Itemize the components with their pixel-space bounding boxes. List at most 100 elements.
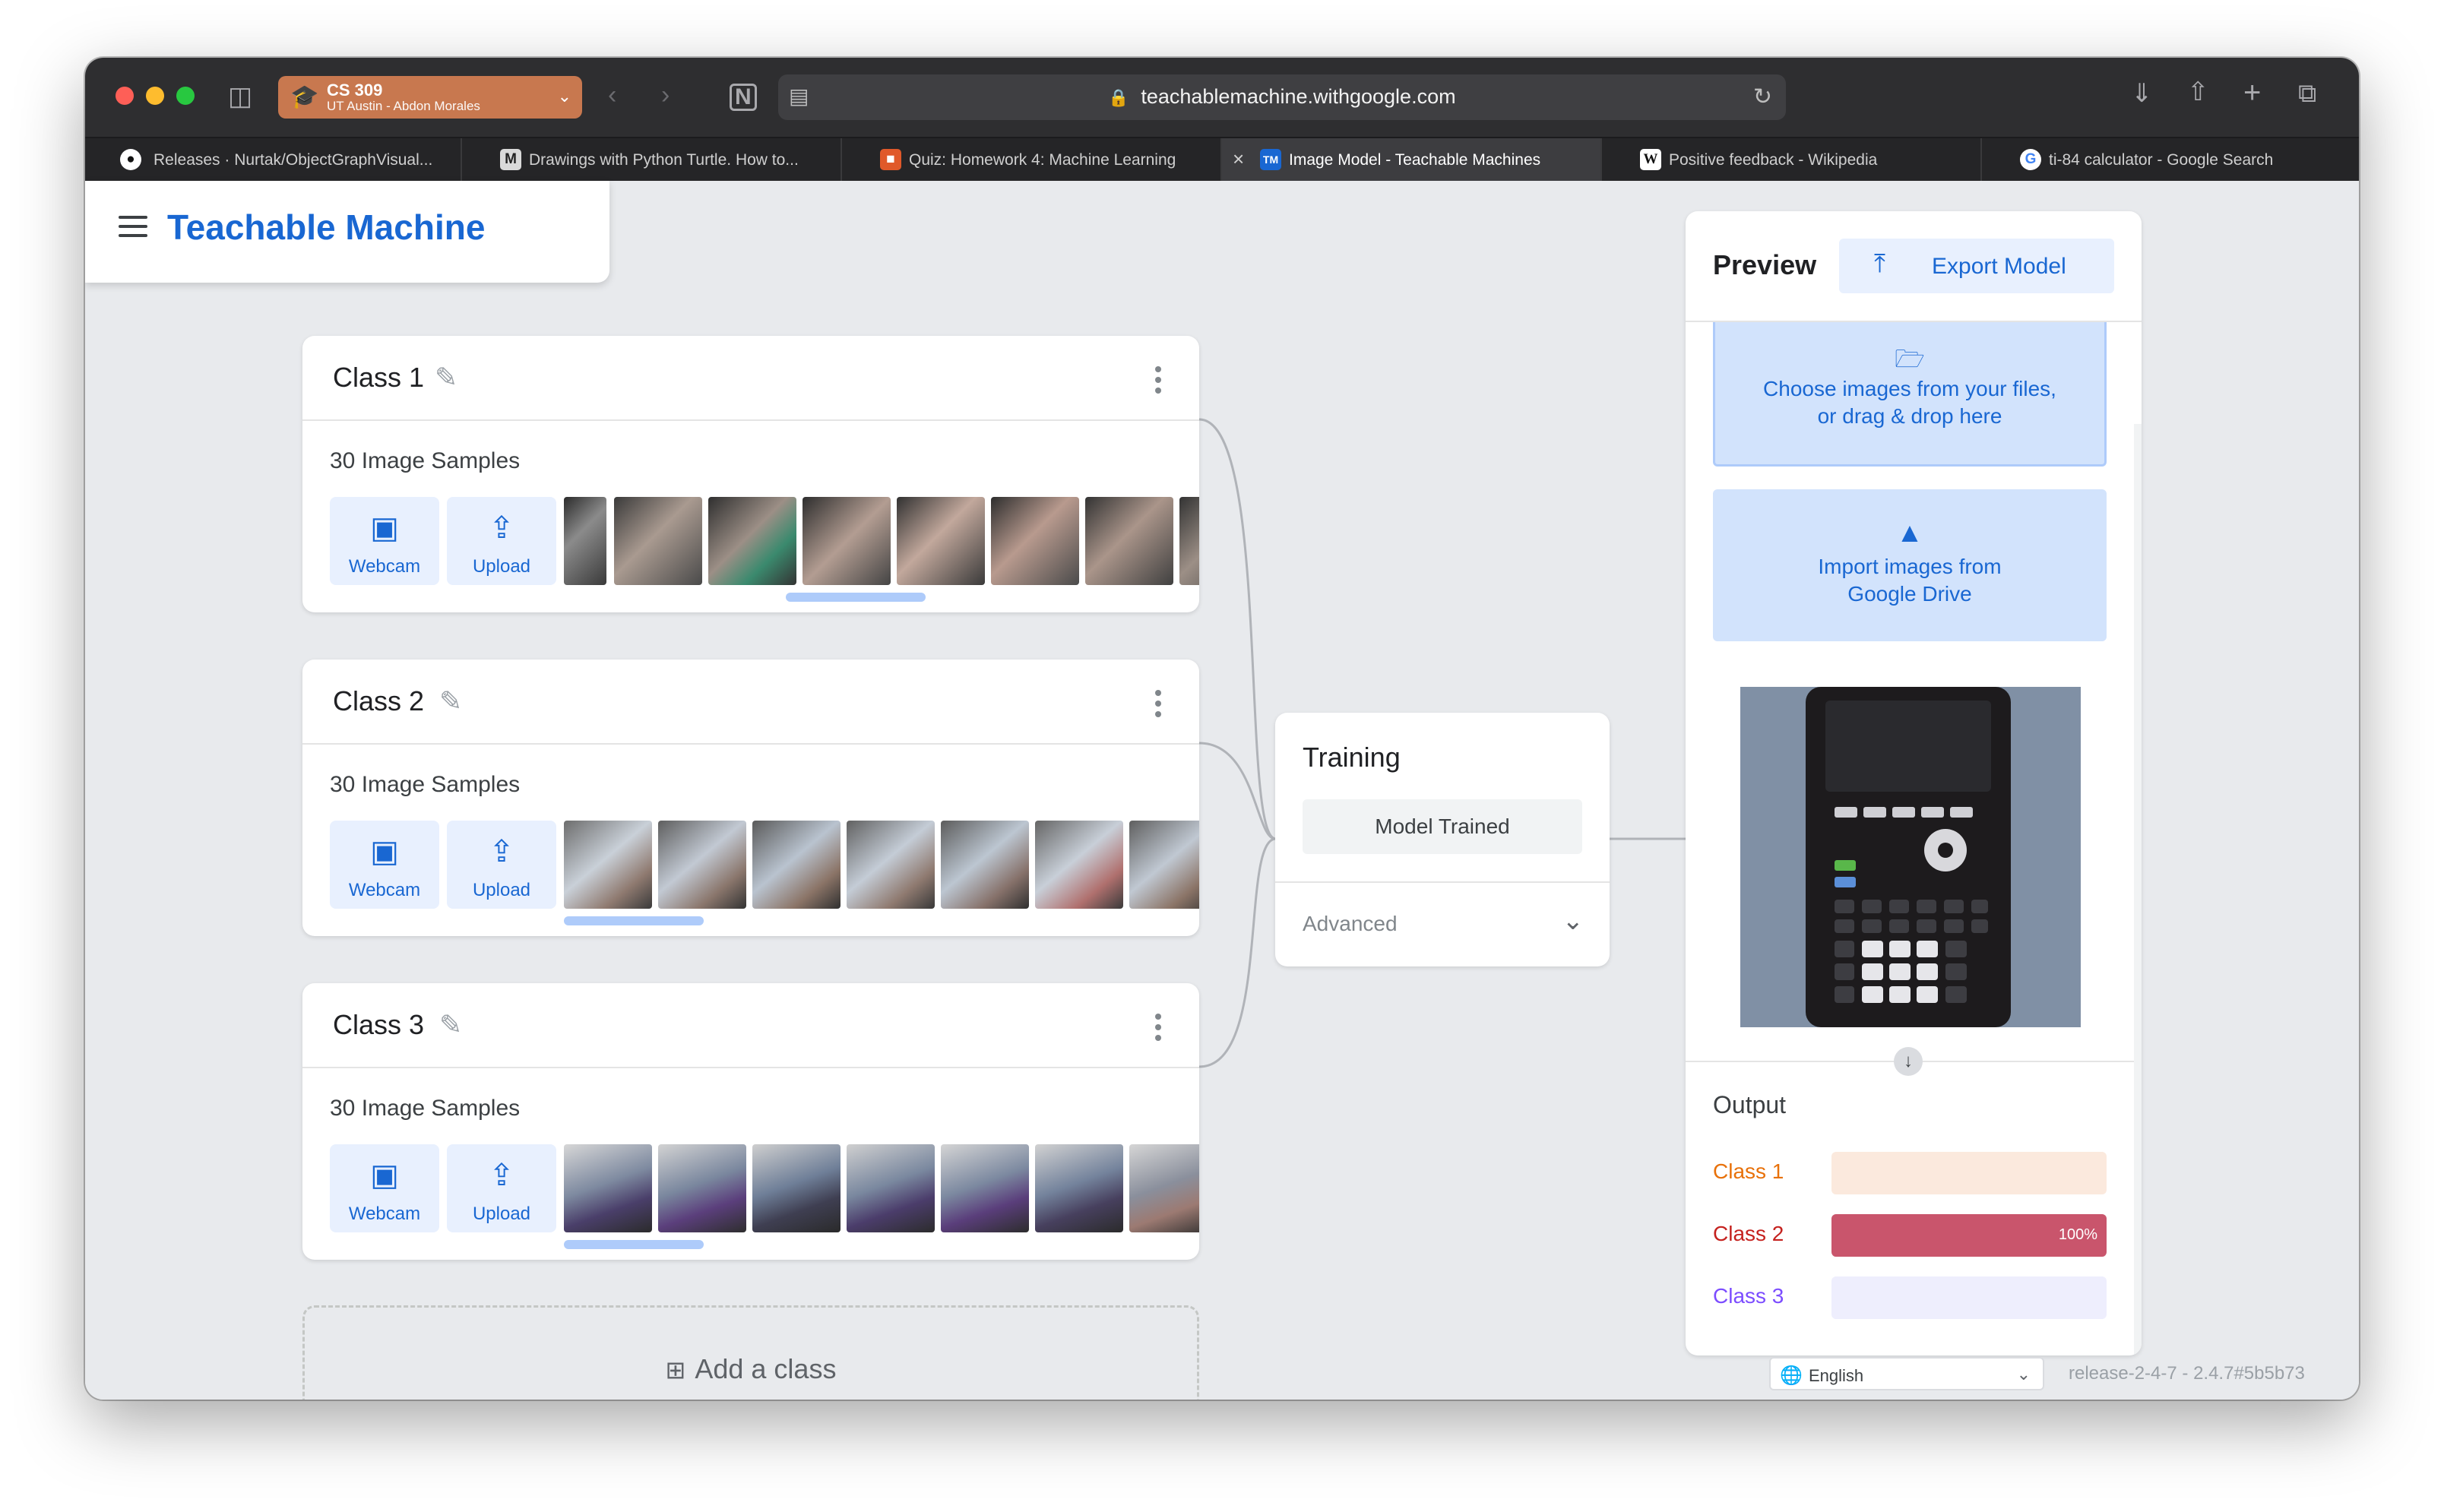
menu-icon[interactable] bbox=[119, 216, 147, 243]
browser-toolbar: ◫ 🎓 CS 309 UT Austin - Abdon Morales ⌄ ‹… bbox=[85, 58, 2359, 137]
close-tab-icon[interactable]: × bbox=[1233, 147, 1244, 171]
reload-icon[interactable]: ↻ bbox=[1753, 84, 1772, 110]
upload-button[interactable]: ⇪ Upload bbox=[447, 497, 556, 585]
sample-thumbnail[interactable] bbox=[991, 497, 1079, 585]
thumbnail-scroll-indicator[interactable] bbox=[564, 1240, 704, 1249]
preview-title: Preview bbox=[1713, 249, 1817, 280]
close-window-button[interactable] bbox=[116, 87, 134, 105]
minimize-window-button[interactable] bbox=[146, 87, 164, 105]
chevron-down-icon: ⌄ bbox=[557, 87, 571, 106]
thumbnail-scroll-indicator[interactable] bbox=[786, 593, 926, 602]
sample-thumbnail[interactable] bbox=[752, 821, 841, 909]
sample-thumbnail[interactable] bbox=[1129, 821, 1199, 909]
sample-count: 30 Image Samples bbox=[330, 772, 521, 797]
class-name[interactable]: Class 1 bbox=[333, 362, 424, 394]
sample-thumbnail[interactable] bbox=[803, 497, 891, 585]
forward-icon[interactable]: › bbox=[661, 82, 670, 108]
tab-title: Positive feedback - Wikipedia bbox=[1669, 151, 1878, 169]
class-card-1: Class 1 ✎ 30 Image Samples ▣ Webcam ⇪ Up… bbox=[302, 336, 1199, 612]
tab-group-profile[interactable]: 🎓 CS 309 UT Austin - Abdon Morales ⌄ bbox=[278, 76, 582, 119]
output-bar-class-3 bbox=[1831, 1276, 2107, 1319]
google-drive-icon: ▲ bbox=[1896, 517, 1923, 548]
sample-thumbnail[interactable] bbox=[941, 821, 1029, 909]
tab-google-search[interactable]: G ti-84 calculator - Google Search bbox=[1982, 138, 2359, 182]
tab-wikipedia[interactable]: W Positive feedback - Wikipedia bbox=[1602, 138, 1982, 182]
more-options-icon[interactable] bbox=[1155, 1014, 1161, 1045]
profile-subtitle: UT Austin - Abdon Morales bbox=[327, 99, 480, 113]
upload-button[interactable]: ⇪ Upload bbox=[447, 821, 556, 909]
edit-pencil-icon[interactable]: ✎ bbox=[439, 685, 462, 717]
video-camera-icon: ▣ bbox=[370, 511, 399, 545]
sample-thumbnail[interactable] bbox=[752, 1144, 841, 1232]
more-options-icon[interactable] bbox=[1155, 366, 1161, 398]
sample-thumbnail[interactable] bbox=[658, 821, 746, 909]
output-label-class-3: Class 3 bbox=[1713, 1284, 1784, 1308]
address-bar[interactable]: ▤ 🔒 teachablemachine.withgoogle.com ↻ bbox=[778, 74, 1786, 120]
sample-thumbnail[interactable] bbox=[614, 497, 702, 585]
downloads-icon[interactable]: ⇓ bbox=[2131, 81, 2153, 106]
output-label-class-1: Class 1 bbox=[1713, 1159, 1784, 1183]
preview-scrollbar[interactable] bbox=[2134, 424, 2142, 1355]
file-drop-zone[interactable]: 🗁 Choose images from your files, or drag… bbox=[1713, 322, 2107, 467]
profile-name: CS 309 bbox=[327, 81, 383, 100]
tab-github-releases[interactable]: ● Releases · Nurtak/ObjectGraphVisual... bbox=[85, 138, 462, 182]
sample-thumbnail[interactable] bbox=[847, 821, 935, 909]
tab-title: Releases · Nurtak/ObjectGraphVisual... bbox=[154, 151, 433, 169]
new-tab-icon[interactable]: + bbox=[2243, 77, 2261, 108]
lock-icon: 🔒 bbox=[1108, 88, 1129, 107]
advanced-toggle-label[interactable]: Advanced bbox=[1303, 912, 1398, 936]
edit-pencil-icon[interactable]: ✎ bbox=[435, 362, 457, 394]
upload-button[interactable]: ⇪ Upload bbox=[447, 1144, 556, 1232]
sample-thumbnail[interactable] bbox=[708, 497, 796, 585]
sample-thumbnail[interactable] bbox=[847, 1144, 935, 1232]
sample-thumbnail[interactable] bbox=[1085, 497, 1173, 585]
output-label-class-2: Class 2 bbox=[1713, 1222, 1784, 1245]
medium-icon: M bbox=[500, 149, 521, 170]
class-name[interactable]: Class 2 bbox=[333, 685, 424, 717]
sample-thumbnails[interactable] bbox=[564, 821, 1199, 909]
output-percent: 100% bbox=[2058, 1226, 2097, 1243]
back-icon[interactable]: ‹ bbox=[608, 82, 616, 108]
class-name[interactable]: Class 3 bbox=[333, 1009, 424, 1041]
sample-thumbnail[interactable] bbox=[941, 1144, 1029, 1232]
webcam-button[interactable]: ▣ Webcam bbox=[330, 821, 439, 909]
thumbnail-scroll-indicator[interactable] bbox=[564, 916, 704, 925]
notion-extension-icon[interactable]: N bbox=[730, 84, 757, 111]
tab-overview-icon[interactable]: ⧉ bbox=[2298, 81, 2316, 106]
add-class-button[interactable]: ⊞ Add a class bbox=[302, 1305, 1199, 1400]
sample-thumbnails[interactable] bbox=[564, 497, 1199, 585]
webcam-button[interactable]: ▣ Webcam bbox=[330, 1144, 439, 1232]
edit-pencil-icon[interactable]: ✎ bbox=[439, 1009, 462, 1041]
tab-canvas-quiz[interactable]: ■ Quiz: Homework 4: Machine Learning bbox=[842, 138, 1222, 182]
webcam-button[interactable]: ▣ Webcam bbox=[330, 497, 439, 585]
sample-thumbnail[interactable] bbox=[1035, 1144, 1123, 1232]
app-title: Teachable Machine bbox=[167, 207, 486, 247]
zoom-window-button[interactable] bbox=[176, 87, 195, 105]
export-model-button[interactable]: ⤒ Export Model bbox=[1839, 239, 2114, 293]
teachable-machine-page: Teachable Machine Class 1 ✎ 30 Image Sam… bbox=[85, 181, 2359, 1400]
sample-thumbnail[interactable] bbox=[897, 497, 985, 585]
share-icon[interactable]: ⇧ bbox=[2187, 79, 2209, 105]
sample-thumbnail[interactable] bbox=[564, 1144, 652, 1232]
sample-thumbnail[interactable] bbox=[1129, 1144, 1199, 1232]
release-version: release-2-4-7 - 2.4.7#5b5b73 bbox=[2069, 1363, 2305, 1384]
import-google-drive-button[interactable]: ▲ Import images from Google Drive bbox=[1713, 489, 2107, 641]
model-trained-button[interactable]: Model Trained bbox=[1303, 799, 1582, 854]
sample-count: 30 Image Samples bbox=[330, 1096, 521, 1121]
sample-thumbnail[interactable] bbox=[1035, 821, 1123, 909]
chevron-down-icon[interactable]: ⌄ bbox=[1562, 906, 1584, 936]
tab-python-turtle[interactable]: M Drawings with Python Turtle. How to... bbox=[462, 138, 842, 182]
github-icon: ● bbox=[120, 149, 141, 170]
add-box-icon: ⊞ bbox=[665, 1356, 686, 1384]
language-select[interactable]: 🌐 English ⌄ bbox=[1769, 1357, 2044, 1390]
url-text: teachablemachine.withgoogle.com bbox=[1141, 85, 1456, 108]
sample-thumbnail[interactable] bbox=[564, 497, 606, 585]
sample-thumbnail[interactable] bbox=[658, 1144, 746, 1232]
tab-teachable-machine[interactable]: × TM Image Model - Teachable Machines bbox=[1222, 138, 1602, 182]
sample-thumbnail[interactable] bbox=[1179, 497, 1199, 585]
more-options-icon[interactable] bbox=[1155, 690, 1161, 722]
sidebar-toggle-icon[interactable]: ◫ bbox=[228, 84, 252, 109]
sample-thumbnails[interactable] bbox=[564, 1144, 1199, 1232]
tab-title: ti-84 calculator - Google Search bbox=[2049, 151, 2274, 169]
sample-thumbnail[interactable] bbox=[564, 821, 652, 909]
